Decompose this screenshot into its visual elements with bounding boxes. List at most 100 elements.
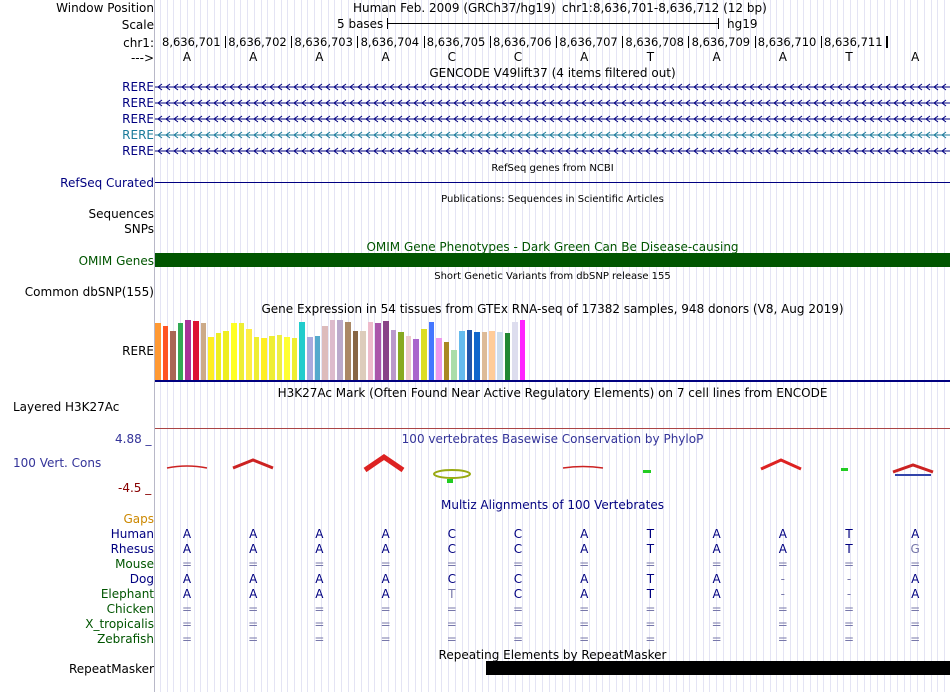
gtex-tissue-bar[interactable] [307,336,313,380]
gtex-tissue-bar[interactable] [215,333,222,380]
gtex-tissue-bar[interactable] [329,320,336,380]
gtex-tissue-bar[interactable] [428,322,435,380]
gtex-tissue-bar[interactable] [481,332,488,380]
strand-label: ---> [130,51,154,65]
aligned-base: A [580,542,589,556]
gencode-transcript-line[interactable] [155,112,950,126]
dna-base: T [646,50,655,64]
gtex-tissue-bar[interactable] [352,330,359,380]
h3k27ac-label[interactable]: Layered H3K27Ac [13,400,119,414]
gtex-tissue-bar[interactable] [223,330,229,380]
gtex-tissue-bar[interactable] [299,322,305,380]
aligned-base: = [910,557,921,571]
aligned-base: A [249,572,258,586]
gtex-tissue-bar[interactable] [231,323,237,380]
multiz-species-label[interactable]: Dog [130,572,154,586]
gtex-tissue-bar[interactable] [489,330,495,380]
gtex-tissue-bar[interactable] [246,329,252,380]
aligned-base: = [645,557,656,571]
aligned-base: = [314,557,325,571]
gencode-transcript-label[interactable]: RERE [122,96,154,110]
gencode-transcript-label[interactable]: RERE [122,128,154,142]
aligned-base: A [580,572,589,586]
gtex-tissue-bar[interactable] [284,336,290,380]
gtex-tissue-bar[interactable] [276,335,283,380]
sequences-label[interactable]: Sequences [89,207,154,221]
aligned-base: = [711,632,722,646]
multiz-species-label[interactable]: Human [111,527,154,541]
repeat-element-bar[interactable] [486,661,950,675]
refseq-label[interactable]: RefSeq Curated [60,176,154,190]
phylop-mark [166,465,208,469]
gencode-transcript-line[interactable] [155,80,950,94]
gtex-tissue-bar[interactable] [193,321,199,380]
gencode-transcript-label[interactable]: RERE [122,112,154,126]
gtex-tissue-bar[interactable] [261,338,267,380]
gtex-tissue-bar[interactable] [162,326,169,380]
dna-base: A [381,50,390,64]
gtex-tissue-bar[interactable] [314,335,321,380]
aligned-base: - [780,572,785,586]
ruler-tick [291,36,293,48]
gtex-tissue-bar[interactable] [322,326,328,380]
gencode-transcript-label[interactable]: RERE [122,144,154,158]
omim-gene-bar[interactable] [155,253,950,267]
multiz-species-label[interactable]: Mouse [115,557,154,571]
gtex-tissue-bar[interactable] [436,338,442,380]
gtex-tissue-bar[interactable] [413,339,419,380]
aligned-base: = [910,632,921,646]
gtex-tissue-bar[interactable] [269,335,275,380]
gtex-tissue-bar[interactable] [337,320,343,380]
gtex-tissue-bar[interactable] [238,323,245,380]
gtex-tissue-bar[interactable] [405,335,412,380]
gtex-tissue-bar[interactable] [504,333,511,380]
scale-label: Scale [121,18,154,32]
gtex-tissue-bar[interactable] [474,332,480,380]
omim-label[interactable]: OMIM Genes [79,254,154,268]
multiz-species-label[interactable]: Zebrafish [97,632,154,646]
gtex-tissue-bar[interactable] [512,322,518,380]
gtex-tissue-bar[interactable] [398,332,404,380]
gtex-tissue-bar[interactable] [291,338,298,380]
gtex-tissue-bar[interactable] [451,350,457,380]
gtex-tissue-bar[interactable] [466,329,473,380]
gtex-tissue-bar[interactable] [200,323,207,380]
gtex-tissue-bar[interactable] [360,330,366,380]
repeatmasker-label[interactable]: RepeatMasker [69,662,154,676]
gtex-tissue-bar[interactable] [443,341,450,380]
gencode-transcript-line[interactable] [155,96,950,110]
aligned-base: = [446,632,457,646]
dna-base: A [778,50,787,64]
aligned-base: A [580,527,589,541]
refseq-gene-line[interactable] [155,182,950,183]
gtex-tissue-bar[interactable] [367,322,374,380]
dbsnp-label[interactable]: Common dbSNP(155) [25,285,154,299]
gtex-tissue-bar[interactable] [177,323,184,380]
aligned-base: = [512,557,524,571]
multiz-species-label[interactable]: X_tropicalis [85,617,154,631]
phylop-logo[interactable] [155,450,950,490]
gtex-tissue-bar[interactable] [459,330,465,380]
gencode-transcript-label[interactable]: RERE [122,80,154,94]
gtex-tissue-bar[interactable] [170,330,176,380]
gtex-tissue-bar[interactable] [519,320,526,380]
gtex-tissue-bar[interactable] [421,329,427,380]
gtex-tissue-bar[interactable] [497,332,503,380]
multiz-species-label[interactable]: Elephant [101,587,154,601]
gencode-transcript-line[interactable] [155,128,950,142]
gtex-tissue-bar[interactable] [390,329,397,380]
gtex-tissue-bar[interactable] [208,336,214,380]
gtex-label[interactable]: RERE [122,344,154,358]
gencode-transcript-line[interactable] [155,144,950,158]
snps-label[interactable]: SNPs [124,222,154,236]
multiz-species-label[interactable]: Chicken [107,602,154,616]
gtex-tissue-bar[interactable] [375,323,381,380]
gtex-tissue-bar[interactable] [253,336,260,380]
aligned-base: A [315,527,324,541]
multiz-species-label[interactable]: Rhesus [111,542,154,556]
phylop-label[interactable]: 100 Vert. Cons [13,456,101,470]
gtex-tissue-bar[interactable] [185,320,191,380]
gtex-tissue-bar[interactable] [155,323,161,380]
gtex-tissue-bar[interactable] [383,321,389,380]
gtex-tissue-bar[interactable] [345,322,351,380]
